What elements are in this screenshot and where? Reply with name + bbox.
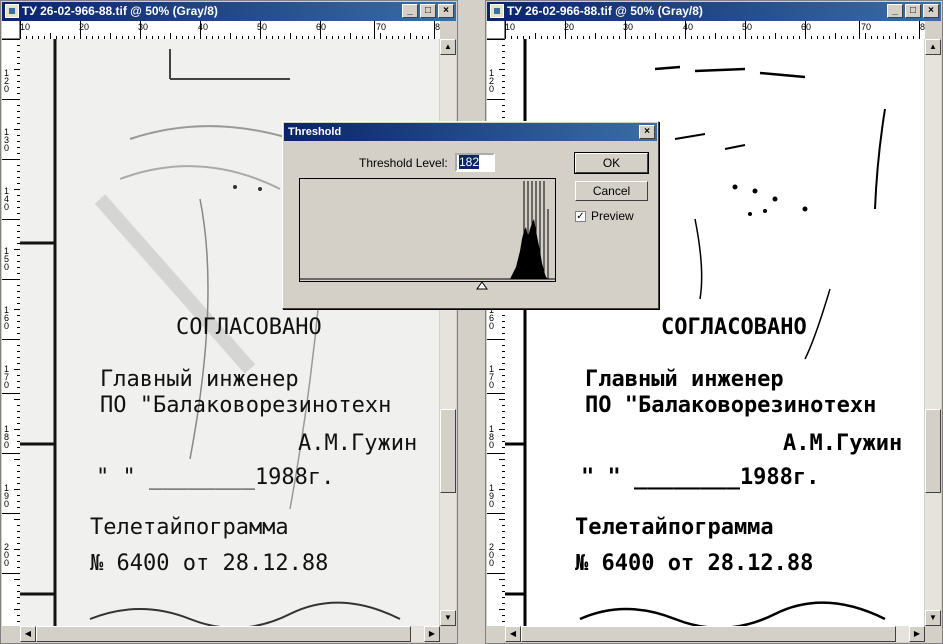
doc-number-line: № 6400 от 28.12.88 xyxy=(575,551,814,576)
resize-grip[interactable] xyxy=(925,626,941,642)
scroll-left-button[interactable]: ◀ xyxy=(505,626,521,642)
ruler-label: 160 xyxy=(4,305,10,331)
histogram-graph xyxy=(300,181,555,280)
vertical-scroll-thumb[interactable] xyxy=(925,409,941,493)
doc-telegram: Телетайпограмма xyxy=(575,515,774,540)
vertical-scroll-thumb[interactable] xyxy=(440,409,456,493)
ruler-label: 120 xyxy=(4,68,10,94)
threshold-level-value: 182 xyxy=(459,155,480,169)
doc-line2: ПО "Балаковорезинотехн xyxy=(100,393,392,418)
horizontal-scroll-thumb[interactable] xyxy=(36,626,411,642)
doc-line1: Главный инженер xyxy=(585,367,784,392)
ok-button[interactable]: OK xyxy=(574,152,649,174)
close-button[interactable]: × xyxy=(438,4,454,18)
ruler-label: 120 xyxy=(489,68,495,94)
left-document-window: ТУ 26-02-966-88.tif @ 50% (Gray/8) _ □ ×… xyxy=(0,0,458,644)
ruler-label: 70 xyxy=(376,22,387,32)
preview-checkbox[interactable]: ✓ xyxy=(575,210,586,222)
ruler-label: 180 xyxy=(489,424,495,450)
doc-line2: ПО "Балаковорезинотехн xyxy=(585,393,877,418)
horizontal-scroll-thumb[interactable] xyxy=(521,626,896,642)
doc-line1: Главный инженер xyxy=(100,367,299,392)
maximize-button[interactable]: □ xyxy=(420,4,436,18)
ruler-label: 10 xyxy=(20,22,31,32)
ruler-label: 180 xyxy=(4,424,10,450)
doc-heading: СОГЛАСОВАНО xyxy=(176,315,322,340)
ruler-label: 190 xyxy=(4,483,10,509)
scroll-up-button[interactable]: ▲ xyxy=(925,39,941,55)
left-window-titlebar[interactable]: ТУ 26-02-966-88.tif @ 50% (Gray/8) _ □ × xyxy=(2,2,456,21)
threshold-slider-handle[interactable] xyxy=(476,282,488,290)
scroll-down-button[interactable]: ▼ xyxy=(925,610,941,626)
vertical-ruler[interactable]: 120 130 140 150 160 170 180 190 200 xyxy=(2,39,21,626)
ruler-label: 50 xyxy=(742,22,753,32)
preview-label: Preview xyxy=(591,209,634,223)
ruler-label: 190 xyxy=(489,483,495,509)
scroll-down-button[interactable]: ▼ xyxy=(440,610,456,626)
cancel-button[interactable]: Cancel xyxy=(575,181,648,201)
ruler-label: 8 xyxy=(435,22,440,32)
ruler-label: 170 xyxy=(4,364,10,390)
scroll-left-button[interactable]: ◀ xyxy=(20,626,36,642)
ruler-label: 70 xyxy=(861,22,872,32)
ruler-label: 160 xyxy=(489,305,495,331)
vertical-scrollbar[interactable]: ▲ ▼ xyxy=(924,39,941,626)
ruler-label: 10 xyxy=(505,22,516,32)
ruler-label: 50 xyxy=(257,22,268,32)
photoshop-doc-icon xyxy=(490,4,504,18)
scroll-right-button[interactable]: ▶ xyxy=(909,626,925,642)
minimize-button[interactable]: _ xyxy=(887,4,903,18)
photoshop-doc-icon xyxy=(5,4,19,18)
right-window-titlebar[interactable]: ТУ 26-02-966-88.tif @ 50% (Gray/8) _ □ × xyxy=(487,2,941,21)
doc-heading: СОГЛАСОВАНО xyxy=(661,315,807,340)
doc-date-line: " " ________1988г. xyxy=(96,465,335,490)
ruler-label: 200 xyxy=(489,542,495,568)
ruler-corner[interactable] xyxy=(2,21,20,39)
right-window-title: ТУ 26-02-966-88.tif @ 50% (Gray/8) xyxy=(507,4,703,18)
doc-date-line: " " ________1988г. xyxy=(581,465,820,490)
doc-number-line: № 6400 от 28.12.88 xyxy=(90,551,329,576)
preview-checkbox-row[interactable]: ✓ Preview xyxy=(575,209,634,223)
horizontal-scrollbar[interactable]: ◀ ▶ xyxy=(505,626,925,642)
ruler-label: 60 xyxy=(801,22,812,32)
resize-grip[interactable] xyxy=(440,626,456,642)
histogram[interactable] xyxy=(299,178,556,290)
horizontal-scrollbar[interactable]: ◀ ▶ xyxy=(20,626,440,642)
dialog-title: Threshold xyxy=(288,126,342,138)
scroll-right-button[interactable]: ▶ xyxy=(424,626,440,642)
ruler-label: 130 xyxy=(4,127,10,153)
threshold-dialog: Threshold × Threshold Level: 182 OK Canc… xyxy=(282,121,659,309)
horizontal-ruler[interactable]: 10 20 30 40 50 60 70 8 xyxy=(20,21,440,40)
left-window-title: ТУ 26-02-966-88.tif @ 50% (Gray/8) xyxy=(22,4,218,18)
maximize-button[interactable]: □ xyxy=(905,4,921,18)
doc-signer: А.М.Гужин xyxy=(298,431,418,456)
right-document-window: ТУ 26-02-966-88.tif @ 50% (Gray/8) _ □ ×… xyxy=(485,0,943,644)
ruler-label: 150 xyxy=(4,246,10,272)
horizontal-ruler[interactable]: 10 20 30 40 50 60 70 8 xyxy=(505,21,925,40)
minimize-button[interactable]: _ xyxy=(402,4,418,18)
dialog-close-button[interactable]: × xyxy=(639,125,655,139)
ruler-corner[interactable] xyxy=(487,21,505,39)
scroll-up-button[interactable]: ▲ xyxy=(440,39,456,55)
ruler-label: 140 xyxy=(4,186,10,212)
threshold-level-label: Threshold Level: xyxy=(359,156,448,170)
ruler-label: 8 xyxy=(920,22,925,32)
dialog-titlebar[interactable]: Threshold × xyxy=(284,123,657,141)
close-button[interactable]: × xyxy=(923,4,939,18)
ruler-label: 200 xyxy=(4,542,10,568)
doc-telegram: Телетайпограмма xyxy=(90,515,289,540)
ruler-label: 60 xyxy=(316,22,327,32)
threshold-level-input[interactable]: 182 xyxy=(455,153,495,172)
doc-signer: А.М.Гужин xyxy=(783,431,903,456)
ruler-label: 170 xyxy=(489,364,495,390)
